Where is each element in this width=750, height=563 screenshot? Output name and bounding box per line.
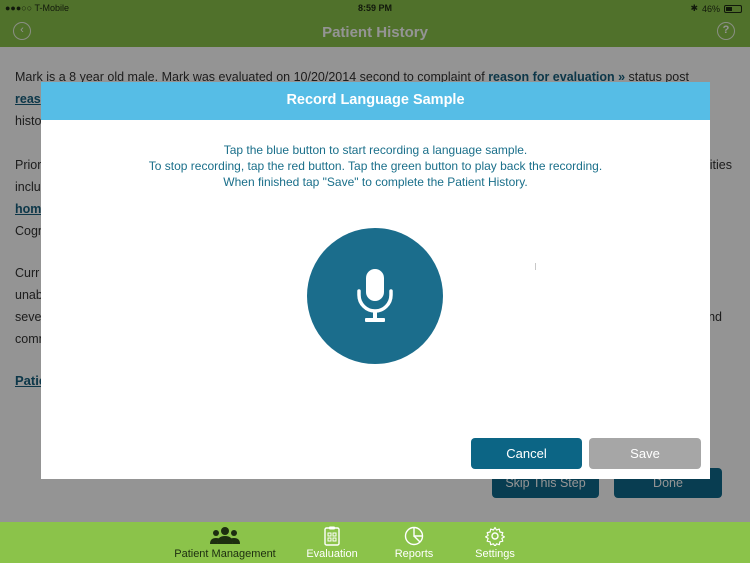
tab-label: Reports [394,548,434,560]
clipboard-icon [324,526,340,546]
record-button[interactable] [307,228,443,364]
divider-mark [535,263,536,270]
gear-icon [485,526,505,546]
tab-bar: Patient Management Evaluation Reports Se… [0,522,750,563]
microphone-icon [357,269,393,322]
tab-label: Settings [475,548,515,560]
instruction-line: When finished tap "Save" to complete the… [223,175,528,189]
dialog-instructions: Tap the blue button to start recording a… [41,142,710,190]
instruction-line: To stop recording, tap the red button. T… [148,159,603,173]
tab-label: Patient Management [174,548,276,560]
tab-settings[interactable]: Settings [466,526,524,560]
tab-patient-management[interactable]: Patient Management [168,526,282,560]
tab-reports[interactable]: Reports [384,526,444,560]
pie-chart-icon [404,526,424,546]
people-icon [210,527,240,544]
save-button[interactable]: Save [589,438,701,469]
cancel-button[interactable]: Cancel [471,438,582,469]
record-language-sample-dialog: Record Language Sample Tap the blue butt… [41,82,710,479]
instruction-line: Tap the blue button to start recording a… [223,143,528,157]
dialog-title: Record Language Sample [41,82,710,120]
tab-evaluation[interactable]: Evaluation [300,526,364,560]
tab-label: Evaluation [306,548,358,560]
